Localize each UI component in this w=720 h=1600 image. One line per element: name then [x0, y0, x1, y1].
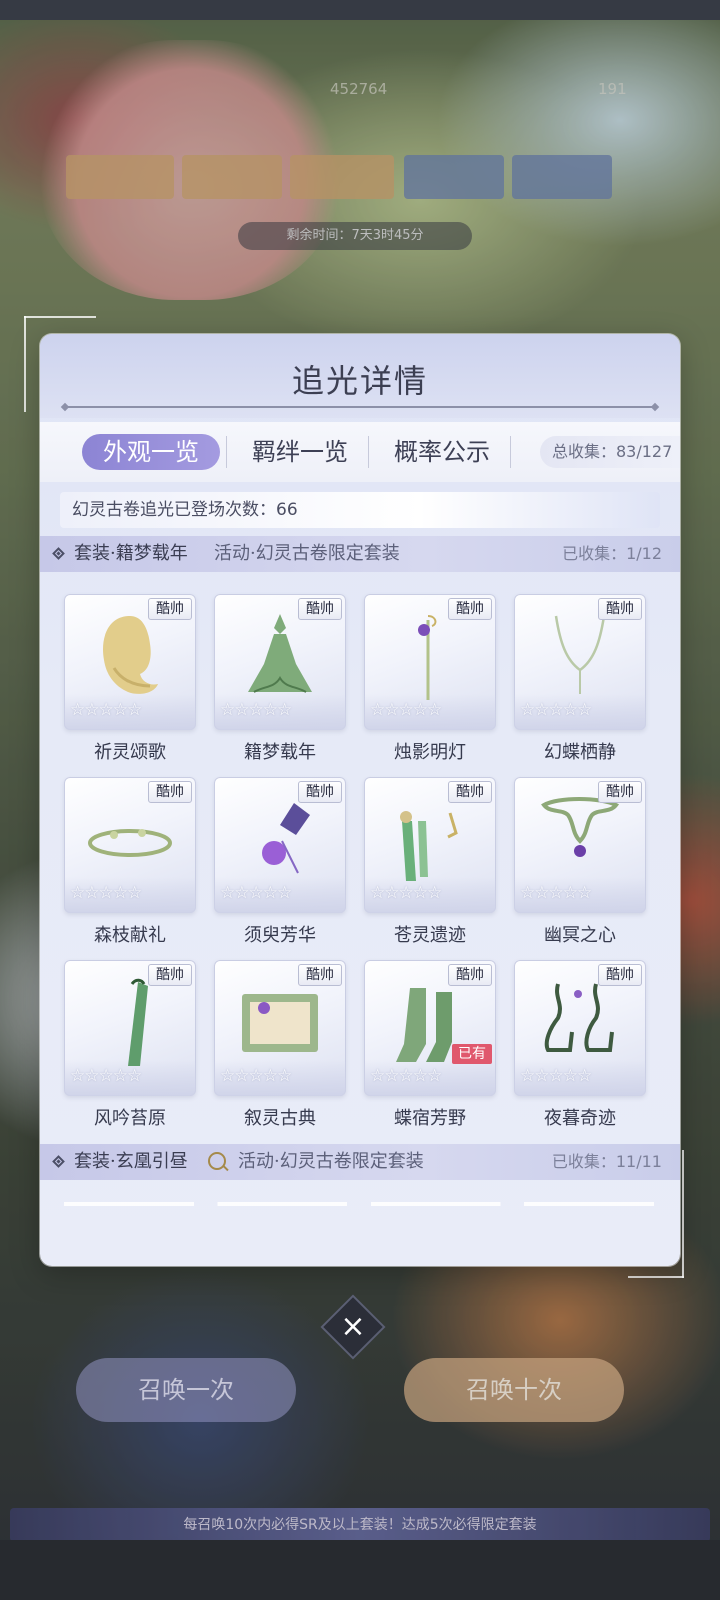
style-tag: 酷帅: [148, 964, 192, 986]
style-tag: 酷帅: [448, 781, 492, 803]
star-rating: ☆☆☆☆☆: [370, 883, 442, 903]
close-icon[interactable]: ×: [330, 1304, 376, 1350]
style-tag: 酷帅: [298, 964, 342, 986]
dialog-header: 追光详情: [40, 334, 680, 418]
star-rating: ☆☆☆☆☆: [220, 1066, 292, 1086]
item-name: 须臾芳华: [244, 925, 316, 946]
item-card[interactable]: 酷帅 ☆☆☆☆☆ 幻蝶栖静: [512, 594, 648, 772]
style-tag: 酷帅: [448, 964, 492, 986]
star-rating: ☆☆☆☆☆: [520, 883, 592, 903]
star-rating: ☆☆☆☆☆: [220, 883, 292, 903]
butterfly-hairpin-icon: [262, 803, 310, 874]
item-name: 烛影明灯: [394, 742, 466, 763]
crown-icon: [88, 829, 172, 857]
item-name: 籍梦载年: [244, 742, 316, 763]
style-tag: 酷帅: [298, 598, 342, 620]
corner-decoration: [24, 316, 96, 318]
section-source: 活动·幻灵古卷限定套装: [238, 1151, 424, 1172]
item-card[interactable]: 酷帅 ☆☆☆☆☆ 籍梦载年: [212, 594, 348, 772]
item-card[interactable]: 酷帅 ☆☆☆☆☆ 苍灵遗迹: [362, 777, 498, 955]
item-name: 蝶宿芳野: [394, 1108, 466, 1129]
star-rating: ☆☆☆☆☆: [370, 700, 442, 720]
item-card[interactable]: 酷帅 ☆☆☆☆☆ 叙灵古典: [212, 960, 348, 1138]
diamond-icon: [52, 1155, 65, 1168]
star-rating: ☆☆☆☆☆: [520, 1066, 592, 1086]
style-tag: 酷帅: [598, 964, 642, 986]
item-card[interactable]: 酷帅 ☆☆☆☆☆ 须臾芳华: [212, 777, 348, 955]
diamond-icon: [52, 547, 65, 560]
item-name: 苍灵遗迹: [394, 925, 466, 946]
star-rating: ☆☆☆☆☆: [70, 700, 142, 720]
appearance-count: 幻灵古卷追光已登场次数：66: [60, 492, 660, 528]
item-name: 祈灵颂歌: [94, 742, 166, 763]
tab-divider: [510, 436, 511, 468]
title-divider: [64, 406, 656, 408]
corner-decoration: [24, 316, 26, 412]
item-name: 叙灵古典: [244, 1108, 316, 1129]
section-header: 套装·玄凰引昼 活动·幻灵古卷限定套装 已收集：11/11: [40, 1144, 680, 1180]
hair-icon: [103, 616, 158, 694]
style-tag: 酷帅: [298, 781, 342, 803]
glove-icon: [128, 978, 148, 1066]
star-rating: ☆☆☆☆☆: [70, 1066, 142, 1086]
item-card[interactable]: 酷帅已有 ☆☆☆☆☆ 蝶宿芳野: [362, 960, 498, 1138]
item-card[interactable]: 酷帅 ☆☆☆☆☆ 风吟苔原: [62, 960, 198, 1138]
item-name: 幻蝶栖静: [544, 742, 616, 763]
tab-appearance[interactable]: 外观一览: [82, 434, 220, 470]
item-card[interactable]: 酷帅 ☆☆☆☆☆ 森枝献礼: [62, 777, 198, 955]
section-name: 套装·玄凰引昼: [74, 1151, 188, 1172]
star-rating: ☆☆☆☆☆: [520, 700, 592, 720]
style-tag: 酷帅: [148, 781, 192, 803]
item-name: 幽冥之心: [544, 925, 616, 946]
star-rating: ☆☆☆☆☆: [370, 1066, 442, 1086]
style-tag: 酷帅: [148, 598, 192, 620]
corner-decoration: [682, 1150, 684, 1278]
section-source: 活动·幻灵古卷限定套装: [214, 543, 400, 564]
star-rating: ☆☆☆☆☆: [70, 883, 142, 903]
section-name: 套装·籍梦载年: [74, 543, 188, 564]
item-card[interactable]: 酷帅 ☆☆☆☆☆ 夜暮奇迹: [512, 960, 648, 1138]
tab-bond[interactable]: 羁绊一览: [232, 434, 368, 470]
item-card[interactable]: 酷帅 ☆☆☆☆☆ 烛影明灯: [362, 594, 498, 772]
owned-badge: 已有: [452, 1044, 492, 1064]
section-collected: 已收集：11/11: [551, 1152, 662, 1171]
next-row-peek: [64, 1202, 654, 1206]
style-tag: 酷帅: [598, 781, 642, 803]
item-grid: 酷帅 ☆☆☆☆☆ 祈灵颂歌 酷帅 ☆☆☆☆☆ 籍梦载年 酷帅 ☆☆☆☆☆ 烛影明灯 酷帅 ☆☆☆☆☆…: [60, 594, 660, 1154]
tab-divider: [226, 436, 227, 468]
style-tag: 酷帅: [448, 598, 492, 620]
heels-icon: [544, 983, 614, 1052]
staff-icon: [418, 615, 437, 700]
dress-icon: [248, 614, 312, 693]
corner-decoration: [628, 1276, 684, 1278]
item-name: 森枝献礼: [94, 925, 166, 946]
item-card[interactable]: 酷帅 ☆☆☆☆☆ 幽冥之心: [512, 777, 648, 955]
dialog-title: 追光详情: [291, 362, 428, 400]
style-tag: 酷帅: [598, 598, 642, 620]
section-collected: 已收集：1/12: [562, 544, 662, 563]
item-name: 风吟苔原: [94, 1108, 166, 1129]
item-name: 夜暮奇迹: [544, 1108, 616, 1129]
chase-details-dialog: 追光详情 外观一览 羁绊一览 概率公示 总收集：83/127 幻灵古卷追光已登场…: [40, 334, 680, 1266]
item-card[interactable]: 酷帅 ☆☆☆☆☆ 祈灵颂歌: [62, 594, 198, 772]
section-header: 套装·籍梦载年 活动·幻灵古卷限定套装 已收集：1/12: [40, 536, 680, 572]
earrings-icon: [400, 811, 458, 881]
search-icon[interactable]: [208, 1152, 226, 1170]
necklace-icon: [554, 615, 606, 694]
book-icon: [242, 994, 318, 1052]
total-collected: 总收集：83/127: [540, 436, 680, 468]
star-rating: ☆☆☆☆☆: [220, 700, 292, 720]
tab-bar: 外观一览 羁绊一览 概率公示 总收集：83/127: [40, 422, 680, 482]
tab-probability[interactable]: 概率公示: [374, 434, 510, 470]
pendant-icon: [541, 797, 620, 857]
tab-divider: [368, 436, 369, 468]
